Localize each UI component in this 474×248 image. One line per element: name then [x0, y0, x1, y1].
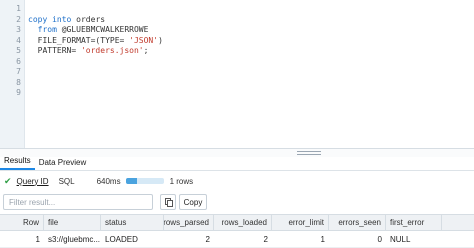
- column-header-status[interactable]: status: [101, 215, 164, 230]
- results-table: Row file status rows_parsed rows_loaded error…: [0, 214, 474, 248]
- table-cell[interactable]: 2: [214, 231, 272, 247]
- code-text: FILE_FORMAT=(TYPE=: [28, 35, 130, 45]
- column-header-row[interactable]: Row: [0, 215, 44, 230]
- line-number: 5: [16, 46, 21, 55]
- table-cell[interactable]: s3://gluebmc...: [44, 231, 101, 247]
- column-header-rows-parsed[interactable]: rows_parsed: [164, 215, 214, 230]
- line-number: 9: [16, 88, 21, 97]
- sql-keyword: from: [28, 25, 57, 34]
- tab-results[interactable]: Results: [0, 156, 35, 170]
- code-line[interactable]: from @GLUEBMCWALKERROWE: [28, 25, 474, 36]
- line-number: 8: [16, 77, 21, 87]
- table-cell[interactable]: 0: [329, 231, 386, 247]
- copy-button[interactable]: Copy: [179, 194, 207, 210]
- code-text: orders: [71, 14, 106, 24]
- drag-handle-icon[interactable]: [297, 151, 321, 155]
- sql-editor[interactable]: 123456789 copy into orders from @GLUEBMC…: [0, 0, 474, 148]
- code-text: ): [158, 35, 163, 45]
- table-cell[interactable]: 1: [272, 231, 329, 247]
- code-text: @GLUEBMCWALKERROWE: [56, 25, 149, 34]
- progress-bar: [125, 178, 164, 184]
- code-area[interactable]: copy into orders from @GLUEBMCWALKERROWE…: [25, 0, 474, 148]
- code-line[interactable]: [28, 67, 474, 78]
- line-number: 3: [16, 25, 21, 34]
- string-literal: 'orders.json': [80, 46, 144, 55]
- column-header-rows-loaded[interactable]: rows_loaded: [214, 215, 272, 230]
- row-count: 1 rows: [169, 176, 194, 186]
- check-icon: ✔: [4, 175, 12, 186]
- string-literal: 'JSON': [129, 35, 159, 45]
- copy-icon[interactable]: [160, 194, 176, 210]
- table-cell[interactable]: NULL: [386, 231, 442, 247]
- code-line[interactable]: FILE_FORMAT=(TYPE= 'JSON'): [28, 36, 474, 47]
- code-line[interactable]: [28, 88, 474, 99]
- code-line[interactable]: copy into orders: [28, 15, 474, 26]
- code-line[interactable]: PATTERN= 'orders.json';: [28, 46, 474, 57]
- column-header-errors-seen[interactable]: errors_seen: [329, 215, 386, 230]
- pane-splitter[interactable]: [0, 148, 474, 157]
- table-row[interactable]: 1 s3://gluebmc... LOADED 2 2 1 0 NULL: [0, 231, 474, 248]
- result-tabs: Results Data Preview: [0, 156, 474, 171]
- code-line[interactable]: [28, 4, 474, 15]
- table-cell[interactable]: 1: [0, 231, 44, 247]
- line-number: 6: [16, 56, 21, 66]
- code-line[interactable]: [28, 78, 474, 89]
- code-line[interactable]: [28, 57, 474, 68]
- sql-keyword: copy into: [28, 14, 72, 24]
- table-cell[interactable]: LOADED: [101, 231, 164, 247]
- table-header: Row file status rows_parsed rows_loaded error…: [0, 214, 474, 231]
- elapsed-time: 640ms: [96, 176, 121, 186]
- query-status-bar: ✔ Query ID SQL 640ms 1 rows: [0, 174, 474, 188]
- line-number: 1: [16, 4, 21, 13]
- sql-link[interactable]: SQL: [59, 177, 75, 186]
- column-header-first-error[interactable]: first_error: [386, 215, 442, 230]
- query-id-link[interactable]: Query ID: [17, 177, 49, 186]
- progress-fill: [125, 178, 137, 184]
- table-cell[interactable]: 2: [164, 231, 214, 247]
- column-header-file[interactable]: file: [44, 215, 101, 230]
- line-number: 2: [16, 14, 21, 24]
- column-header-error-limit[interactable]: error_limit: [272, 215, 329, 230]
- line-number: 4: [16, 35, 21, 45]
- line-number-gutter: 123456789: [0, 0, 25, 148]
- tab-data-preview[interactable]: Data Preview: [35, 158, 91, 170]
- code-text: ;: [143, 46, 149, 55]
- filter-input[interactable]: [3, 194, 153, 210]
- code-text: PATTERN=: [28, 46, 81, 55]
- line-number: 7: [16, 67, 21, 76]
